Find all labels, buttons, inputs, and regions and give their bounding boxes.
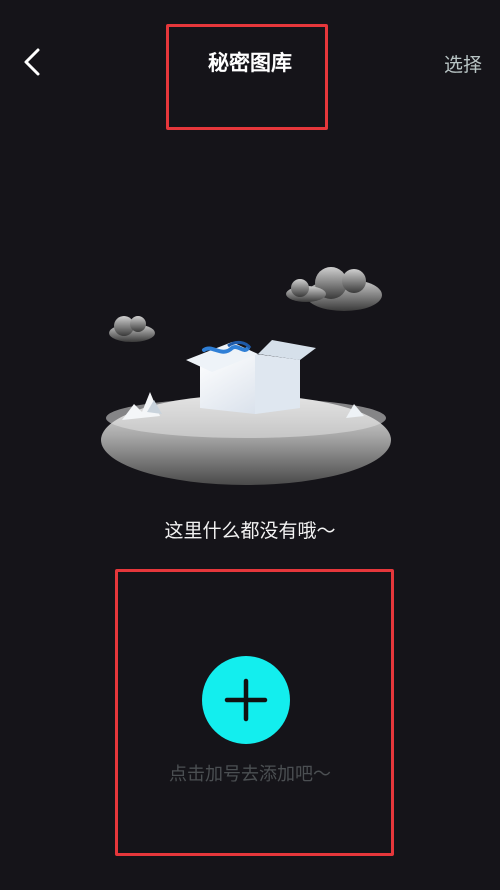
page-title: 秘密图库 <box>208 51 292 75</box>
plus-icon <box>224 678 268 722</box>
title-highlight-box <box>166 24 328 130</box>
add-button[interactable] <box>202 656 290 744</box>
open-box-icon <box>186 340 316 414</box>
empty-message: 这里什么都没有哦～ <box>164 520 336 542</box>
select-button[interactable]: 选择 <box>444 50 482 77</box>
add-hint-text: 点击加号去添加吧～ <box>169 764 331 785</box>
cloud-icon <box>109 316 155 342</box>
empty-illustration <box>101 267 391 485</box>
